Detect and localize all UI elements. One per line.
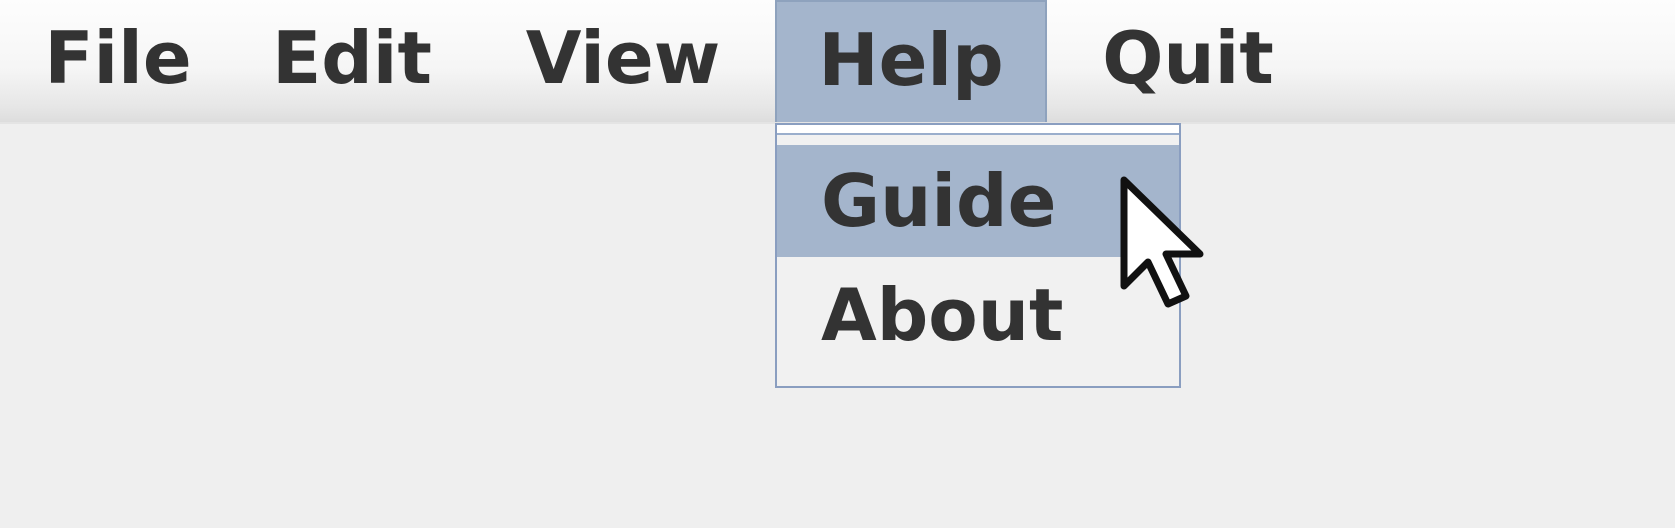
menu-view-label: View	[525, 16, 721, 100]
menu-file[interactable]: File	[28, 0, 208, 122]
menu-item-about-label: About	[821, 273, 1064, 357]
dropdown-top-edge	[777, 125, 1179, 135]
menu-bar: File Edit View Help Quit	[0, 0, 1675, 124]
menu-item-guide-label: Guide	[821, 159, 1057, 243]
mouse-pointer-icon	[1120, 176, 1204, 308]
menu-edit[interactable]: Edit	[262, 0, 442, 122]
menu-view[interactable]: View	[508, 0, 738, 122]
menu-help[interactable]: Help	[775, 0, 1047, 122]
menu-help-label: Help	[818, 18, 1004, 102]
menu-file-label: File	[44, 16, 192, 100]
menu-edit-label: Edit	[272, 16, 432, 100]
menu-quit[interactable]: Quit	[1088, 0, 1288, 122]
menu-quit-label: Quit	[1102, 16, 1274, 100]
app-window: File Edit View Help Quit Guide About	[0, 0, 1675, 528]
